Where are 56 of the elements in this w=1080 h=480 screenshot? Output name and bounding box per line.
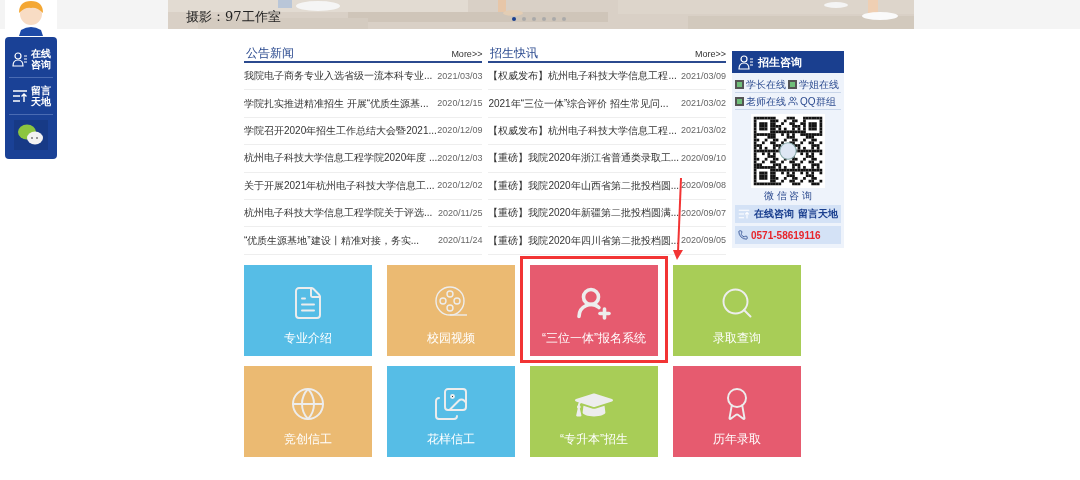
- action-link[interactable]: 留言天地: [798, 208, 838, 220]
- film-reel-icon: [434, 284, 468, 319]
- sidebar-link[interactable]: 在线咨询: [11, 41, 51, 77]
- news-date: 2020/09/07: [680, 207, 726, 219]
- news-date: 2020/12/09: [437, 125, 483, 137]
- upload-list-icon: [11, 88, 28, 104]
- contact-icon: [11, 51, 28, 67]
- globe-icon: [290, 385, 326, 422]
- panel-title: 招生咨询: [758, 54, 802, 70]
- phone-number: 0571-58619116: [751, 228, 821, 243]
- news-link[interactable]: 【权威发布】杭州电子科技大学信息工程...: [488, 124, 677, 137]
- consult-link[interactable]: 学姐在线: [788, 76, 841, 93]
- photo-caption: 摄影：97工作室: [186, 9, 281, 25]
- news-date: 2021/03/02: [680, 125, 726, 137]
- news-link[interactable]: 【重磅】我院2020年新疆第二批投档圆满...: [488, 207, 679, 220]
- contact-icon: [738, 54, 754, 70]
- qr-caption: 微 信 咨 询: [762, 190, 814, 202]
- phone-icon: [738, 230, 748, 240]
- news-date: 2020/12/03: [437, 152, 483, 164]
- more-link[interactable]: More>>: [451, 49, 483, 60]
- news-link[interactable]: 【重磅】我院2020年四川省第二批投档圆...: [488, 234, 679, 247]
- sidebar-link[interactable]: 留言天地: [11, 78, 51, 114]
- news-date: 2020/09/10: [680, 152, 726, 164]
- avatar-icon: [735, 79, 744, 89]
- avatar-icon: [735, 96, 744, 106]
- section-title: 招生快讯: [489, 46, 539, 60]
- news-link[interactable]: 学院扎实推进精准招生 开展“优质生源基...: [244, 97, 429, 110]
- news-link[interactable]: 【重磅】我院2020年山西省第二批投档圆...: [488, 179, 679, 192]
- images-icon: [433, 385, 469, 422]
- wechat-button[interactable]: [14, 120, 48, 150]
- consult-link[interactable]: 学长在线: [735, 76, 788, 93]
- news-date: 2020/11/24: [438, 235, 483, 247]
- news-date: 2020/09/05: [680, 235, 726, 247]
- group-icon: [788, 96, 798, 106]
- action-link[interactable]: 在线咨询: [754, 208, 794, 220]
- consult-link[interactable]: 老师在线: [735, 93, 788, 110]
- news-date: 2020/12/15: [437, 98, 483, 110]
- section-title: 公告新闻: [245, 46, 294, 60]
- news-link[interactable]: 关于开展2021年杭州电子科技大学信息工...: [244, 179, 435, 192]
- consult-link[interactable]: QQ群组: [788, 93, 841, 110]
- news-link[interactable]: 杭州电子科技大学信息工程学院2020年度 ...: [244, 152, 438, 165]
- news-date: 2021/03/09: [680, 70, 726, 82]
- news-link[interactable]: 我院电子商务专业入选省级一流本科专业...: [244, 70, 433, 83]
- avatar-icon: [788, 79, 797, 89]
- news-link[interactable]: 【权威发布】杭州电子科技大学信息工程...: [488, 70, 677, 83]
- chat-bubbles-icon: [16, 123, 46, 147]
- news-link[interactable]: “优质生源基地”建设丨精准对接，务实...: [244, 234, 419, 247]
- news-link[interactable]: 杭州电子科技大学信息工程学院关于评选...: [244, 207, 433, 220]
- news-link[interactable]: 学院召开2020年招生工作总结大会暨2021...: [244, 124, 437, 137]
- news-date: 2020/12/02: [437, 180, 483, 192]
- news-link[interactable]: 【重磅】我院2020年浙江省普通类录取工...: [488, 152, 679, 165]
- news-link[interactable]: 2021年“三位一体”综合评价 招生常见问...: [488, 97, 669, 110]
- news-date: 2021/03/03: [437, 70, 483, 82]
- more-link[interactable]: More>>: [694, 49, 726, 60]
- news-date: 2021/03/02: [680, 98, 726, 110]
- news-date: 2020/11/25: [438, 207, 483, 219]
